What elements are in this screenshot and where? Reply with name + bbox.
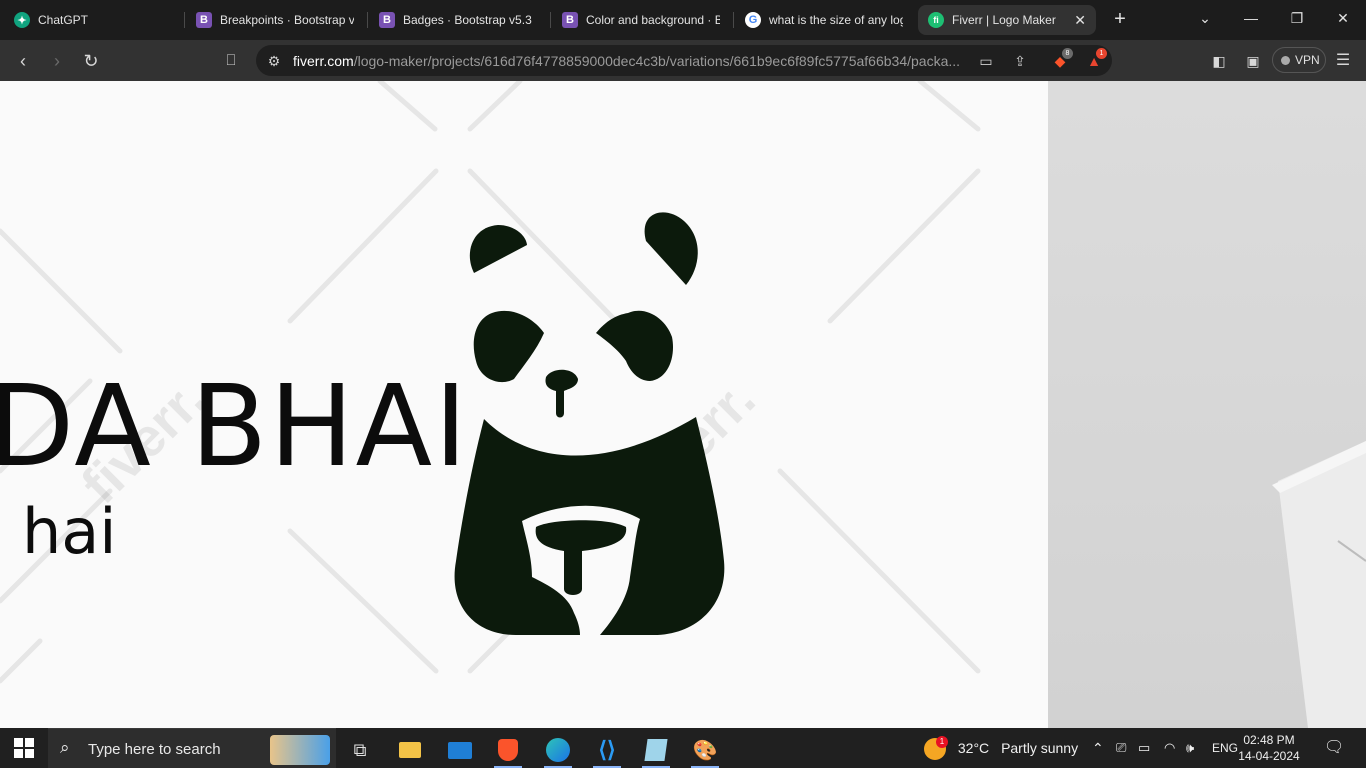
share-icon[interactable]: ⇪: [1010, 51, 1030, 71]
browser-toolbar: ‹ › ↻ ⎕ ⚙ fiverr.com/logo-maker/projects…: [0, 40, 1366, 81]
bookmark-icon[interactable]: ⎕: [218, 48, 244, 74]
panda-nose: [545, 369, 578, 418]
close-window-button[interactable]: ✕: [1328, 6, 1358, 30]
new-tab-button[interactable]: +: [1108, 8, 1132, 32]
panda-logo: [454, 212, 725, 635]
battery-icon[interactable]: ▭: [1138, 728, 1150, 768]
tab-title: Color and background · Bo: [586, 13, 720, 27]
reload-button[interactable]: ↻: [78, 48, 104, 74]
notifications-icon[interactable]: 🗨: [1324, 728, 1344, 768]
search-icon: ⌕: [60, 738, 70, 757]
vpn-button[interactable]: VPN: [1272, 47, 1326, 73]
tab-separator: [184, 12, 185, 28]
volume-icon[interactable]: 🕪: [1186, 728, 1194, 768]
menu-icon[interactable]: ☰: [1330, 48, 1356, 74]
clock-date: 14-04-2024: [1238, 749, 1300, 763]
url-path: /logo-maker/projects/616d76f4778859000de…: [353, 53, 961, 69]
windows-taskbar: ⌕ Type here to search ⧉ ⟨⟩ 🎨 1 32°C Part…: [0, 728, 1366, 768]
bootstrap-icon: B: [196, 12, 212, 28]
google-icon: G: [745, 12, 761, 28]
wifi-icon[interactable]: ◠: [1164, 728, 1175, 768]
bootstrap-icon: B: [562, 12, 578, 28]
close-tab-icon[interactable]: ✕: [1074, 12, 1086, 29]
brave-browser-icon[interactable]: [488, 732, 528, 768]
cast-icon[interactable]: ▭: [976, 51, 996, 71]
tab-chatgpt[interactable]: ✦ ChatGPT: [4, 5, 182, 35]
sidebar-toggle-icon[interactable]: ◧: [1206, 48, 1232, 74]
vscode-icon[interactable]: ⟨⟩: [587, 732, 627, 768]
panda-right-eye: [596, 310, 674, 381]
minimize-button[interactable]: —: [1236, 6, 1266, 30]
chatgpt-icon: ✦: [14, 12, 30, 28]
tab-fiverr-logo-maker[interactable]: fi Fiverr | Logo Maker ✕: [918, 5, 1096, 35]
restore-button[interactable]: ❐: [1282, 6, 1312, 30]
forward-button[interactable]: ›: [44, 48, 70, 74]
bootstrap-icon: B: [379, 12, 395, 28]
rewards-count-badge: 1: [1096, 48, 1107, 59]
tab-google-search[interactable]: G what is the size of any logo: [735, 5, 913, 35]
tab-title: Fiverr | Logo Maker: [952, 13, 1056, 27]
brand-tagline: hai: [22, 495, 117, 568]
url-domain: fiverr.com: [293, 53, 354, 69]
notepad-icon[interactable]: [636, 732, 676, 768]
meet-now-icon[interactable]: ⎚: [1116, 728, 1126, 768]
clock-time: 02:48 PM: [1243, 733, 1295, 747]
shields-count-badge: 8: [1062, 48, 1073, 59]
tab-breakpoints[interactable]: B Breakpoints · Bootstrap v5: [186, 5, 364, 35]
tab-title: Badges · Bootstrap v5.3: [403, 13, 532, 27]
mockup-background: [1272, 441, 1366, 728]
wallet-icon[interactable]: ▣: [1240, 48, 1266, 74]
tab-color-background[interactable]: B Color and background · Bo: [552, 5, 730, 35]
search-highlight-icon: [270, 735, 330, 765]
tab-strip: ✦ ChatGPT B Breakpoints · Bootstrap v5 B…: [0, 0, 1366, 40]
logo-preview-canvas: fiverr. fiverr. DA BHAI hai: [0, 81, 1048, 728]
tab-title: ChatGPT: [38, 13, 89, 27]
brand-name: DA BHAI: [0, 362, 470, 492]
weather-alert-badge: 1: [936, 736, 948, 748]
back-button[interactable]: ‹: [10, 48, 36, 74]
paint-icon[interactable]: 🎨: [685, 732, 725, 768]
tab-search-chevron-icon[interactable]: ⌄: [1190, 6, 1220, 30]
tab-separator: [550, 12, 551, 28]
tab-title: Breakpoints · Bootstrap v5: [220, 13, 354, 27]
mail-icon[interactable]: [440, 732, 480, 768]
language-indicator[interactable]: ENG: [1212, 728, 1238, 768]
panda-left-eye: [473, 310, 544, 383]
tab-separator: [367, 12, 368, 28]
address-bar[interactable]: ⚙ fiverr.com/logo-maker/projects/616d76f…: [256, 45, 1112, 76]
weather-temperature: 32°C: [957, 740, 990, 756]
tab-separator: [733, 12, 734, 28]
task-view-icon[interactable]: ⧉: [340, 732, 380, 768]
edge-icon[interactable]: [538, 732, 578, 768]
taskbar-search-box[interactable]: ⌕ Type here to search: [48, 728, 336, 768]
mockup-side-panel: [1048, 81, 1366, 728]
fiverr-icon: fi: [928, 12, 944, 28]
url-text[interactable]: fiverr.com/logo-maker/projects/616d76f47…: [293, 53, 973, 69]
panda-left-ear: [469, 225, 527, 273]
page-content: fiverr. fiverr. DA BHAI hai: [0, 81, 1366, 728]
weather-description: Partly sunny: [1001, 740, 1079, 756]
tab-badges[interactable]: B Badges · Bootstrap v5.3: [369, 5, 547, 35]
windows-start-icon[interactable]: [14, 738, 34, 758]
tab-title: what is the size of any logo: [769, 13, 903, 27]
panda-cup-liquid: [535, 520, 627, 595]
weather-widget[interactable]: 1 32°C Partly sunny: [924, 728, 1078, 768]
search-placeholder: Type here to search: [88, 741, 221, 758]
site-settings-icon[interactable]: ⚙: [264, 51, 284, 71]
show-hidden-icons-chevron[interactable]: ⌃: [1092, 728, 1104, 768]
system-clock[interactable]: 02:48 PM 14-04-2024: [1238, 732, 1300, 764]
panda-right-ear: [644, 212, 698, 285]
file-explorer-icon[interactable]: [390, 732, 430, 768]
